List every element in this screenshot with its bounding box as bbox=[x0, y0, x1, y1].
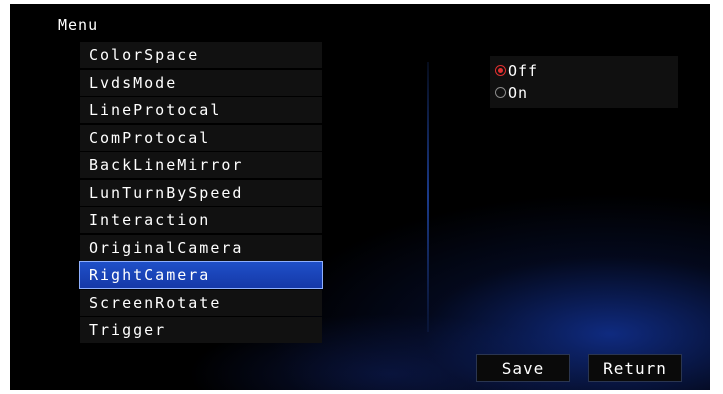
radio-unchecked-icon[interactable] bbox=[495, 87, 506, 98]
menu-item-right-camera[interactable]: RightCamera bbox=[79, 261, 323, 289]
option-on-label: On bbox=[508, 84, 529, 102]
menu-item-trigger[interactable]: Trigger bbox=[80, 317, 322, 343]
menu-item-back-line-mirror[interactable]: BackLineMirror bbox=[80, 152, 322, 178]
save-button[interactable]: Save bbox=[476, 354, 570, 382]
menu-item-original-camera[interactable]: OriginalCamera bbox=[80, 234, 322, 261]
option-off[interactable]: Off bbox=[495, 61, 538, 81]
radio-checked-icon[interactable] bbox=[495, 65, 506, 76]
return-button[interactable]: Return bbox=[588, 354, 682, 382]
menu-item-screen-rotate[interactable]: ScreenRotate bbox=[80, 289, 322, 316]
menu-item-color-space[interactable]: ColorSpace bbox=[80, 42, 322, 68]
menu-item-lun-turn-by-speed[interactable]: LunTurnBySpeed bbox=[80, 179, 322, 206]
menu-item-line-protocal[interactable]: LineProtocal bbox=[80, 97, 322, 123]
menu-title: Menu bbox=[58, 16, 99, 34]
option-on[interactable]: On bbox=[495, 83, 528, 103]
vertical-divider bbox=[427, 62, 429, 332]
menu-item-com-protocal[interactable]: ComProtocal bbox=[80, 124, 322, 151]
menu-item-lvds-mode[interactable]: LvdsMode bbox=[80, 69, 322, 96]
menu-screen: Menu ColorSpace LvdsMode LineProtocal Co… bbox=[10, 4, 710, 390]
menu-list: ColorSpace LvdsMode LineProtocal ComProt… bbox=[79, 42, 323, 345]
options-panel: Off On bbox=[490, 56, 678, 108]
option-off-label: Off bbox=[508, 62, 539, 80]
menu-item-interaction[interactable]: Interaction bbox=[80, 207, 322, 233]
